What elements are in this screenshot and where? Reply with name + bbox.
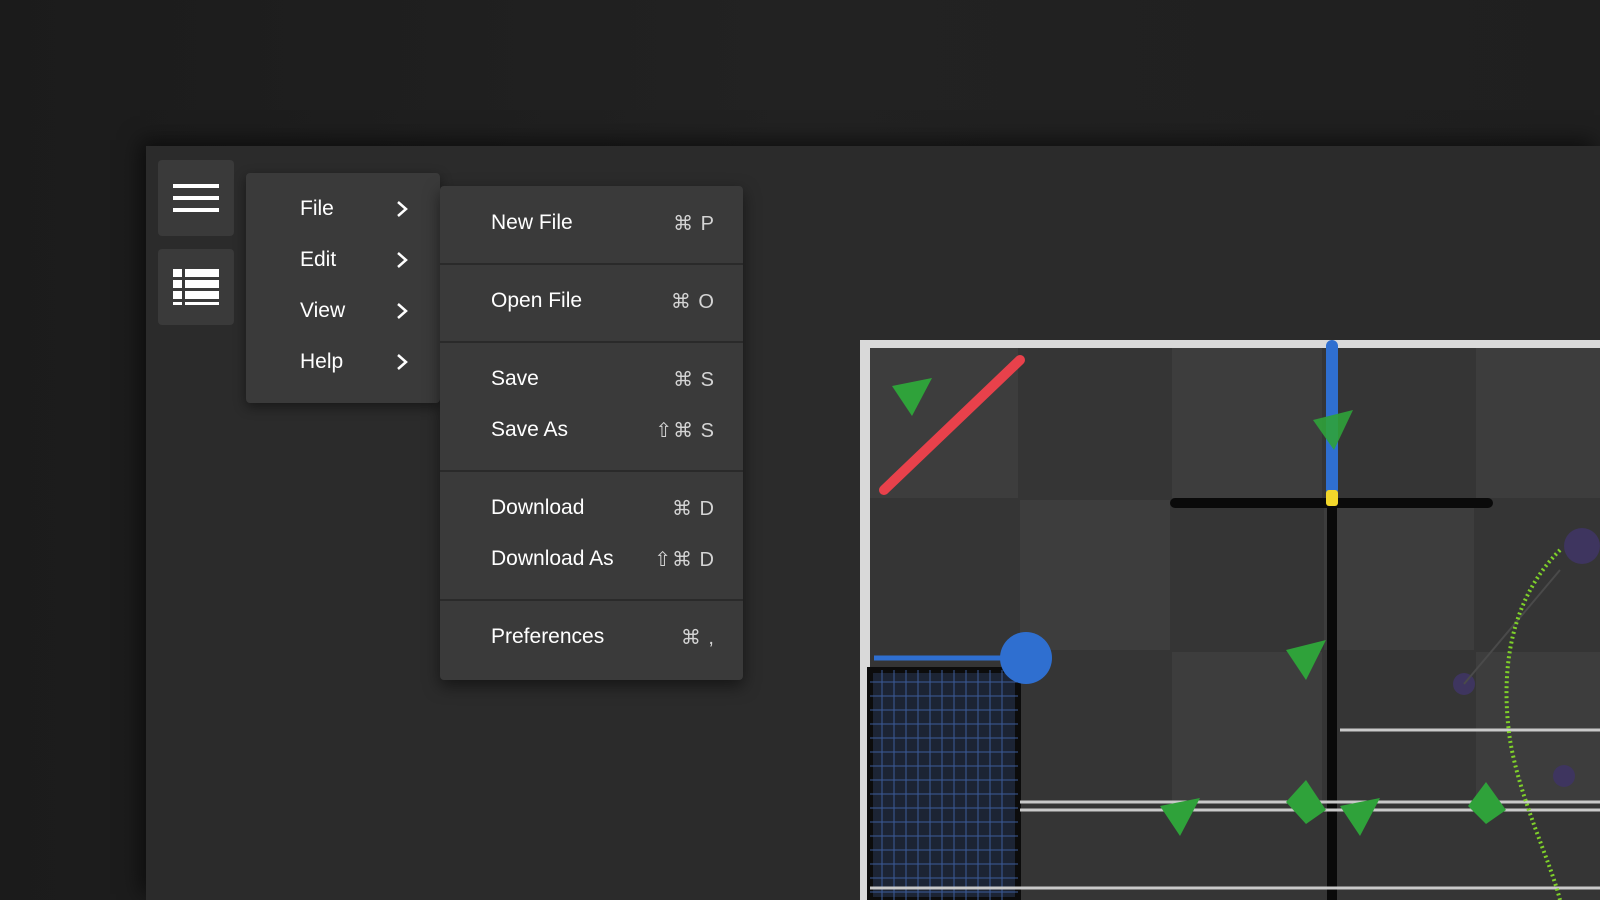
main-menu: File Edit View Help bbox=[246, 173, 440, 403]
menu-item-label: Save As bbox=[491, 418, 569, 441]
blue-ball[interactable] bbox=[1000, 632, 1052, 684]
menu-item-view[interactable]: View bbox=[246, 286, 440, 336]
file-submenu: New File ⌘ P Open File ⌘ O Save ⌘ S Save… bbox=[440, 186, 743, 680]
menu-item-help[interactable]: Help bbox=[246, 337, 440, 387]
menu-item-shortcut: ⌘ S bbox=[673, 369, 715, 391]
menu-item-shortcut: ⇧⌘ D bbox=[654, 549, 715, 571]
menu-item-shortcut: ⌘ , bbox=[680, 627, 715, 649]
chevron-right-icon bbox=[397, 201, 408, 217]
menu-separator bbox=[440, 470, 743, 472]
menu-item-label: Save bbox=[491, 367, 539, 390]
menu-item-save[interactable]: Save ⌘ S bbox=[440, 354, 743, 404]
menu-item-shortcut: ⌘ D bbox=[672, 498, 715, 520]
field-wall-top bbox=[860, 340, 1600, 348]
menu-separator bbox=[440, 263, 743, 265]
goal-net bbox=[867, 667, 1021, 900]
menu-item-edit[interactable]: Edit bbox=[246, 235, 440, 285]
yellow-pole-cap bbox=[1326, 490, 1338, 506]
field-canvas[interactable] bbox=[860, 340, 1600, 900]
menu-item-shortcut: ⇧⌘ S bbox=[655, 420, 715, 442]
menu-item-label: Download As bbox=[491, 547, 614, 570]
menu-item-preferences[interactable]: Preferences ⌘ , bbox=[440, 612, 743, 662]
menu-item-new-file[interactable]: New File ⌘ P bbox=[440, 198, 743, 248]
menu-item-label: Download bbox=[491, 496, 585, 519]
chevron-right-icon bbox=[397, 252, 408, 268]
chevron-right-icon bbox=[397, 303, 408, 319]
hamburger-menu-icon bbox=[173, 184, 219, 212]
menu-item-label: File bbox=[300, 197, 334, 220]
menu-item-label: Preferences bbox=[491, 625, 605, 648]
menu-item-label: View bbox=[300, 299, 346, 322]
menu-item-save-as[interactable]: Save As ⇧⌘ S bbox=[440, 405, 743, 455]
menu-item-label: Help bbox=[300, 350, 344, 373]
menu-item-shortcut: ⌘ P bbox=[673, 213, 715, 235]
robot-marker[interactable] bbox=[1564, 528, 1600, 564]
menu-item-open-file[interactable]: Open File ⌘ O bbox=[440, 276, 743, 326]
menu-item-file[interactable]: File bbox=[246, 184, 440, 234]
menu-item-download-as[interactable]: Download As ⇧⌘ D bbox=[440, 534, 743, 584]
menu-item-download[interactable]: Download ⌘ D bbox=[440, 483, 743, 533]
list-view-button[interactable] bbox=[158, 249, 234, 325]
waypoint-marker[interactable] bbox=[1553, 765, 1575, 787]
list-view-icon bbox=[173, 269, 219, 305]
menu-item-shortcut: ⌘ O bbox=[670, 291, 715, 313]
hamburger-menu-button[interactable] bbox=[158, 160, 234, 236]
menu-separator bbox=[440, 599, 743, 601]
menu-separator bbox=[440, 341, 743, 343]
menu-item-label: Edit bbox=[300, 248, 337, 271]
menu-item-label: Open File bbox=[491, 289, 583, 312]
chevron-right-icon bbox=[397, 354, 408, 370]
menu-item-label: New File bbox=[491, 211, 573, 234]
